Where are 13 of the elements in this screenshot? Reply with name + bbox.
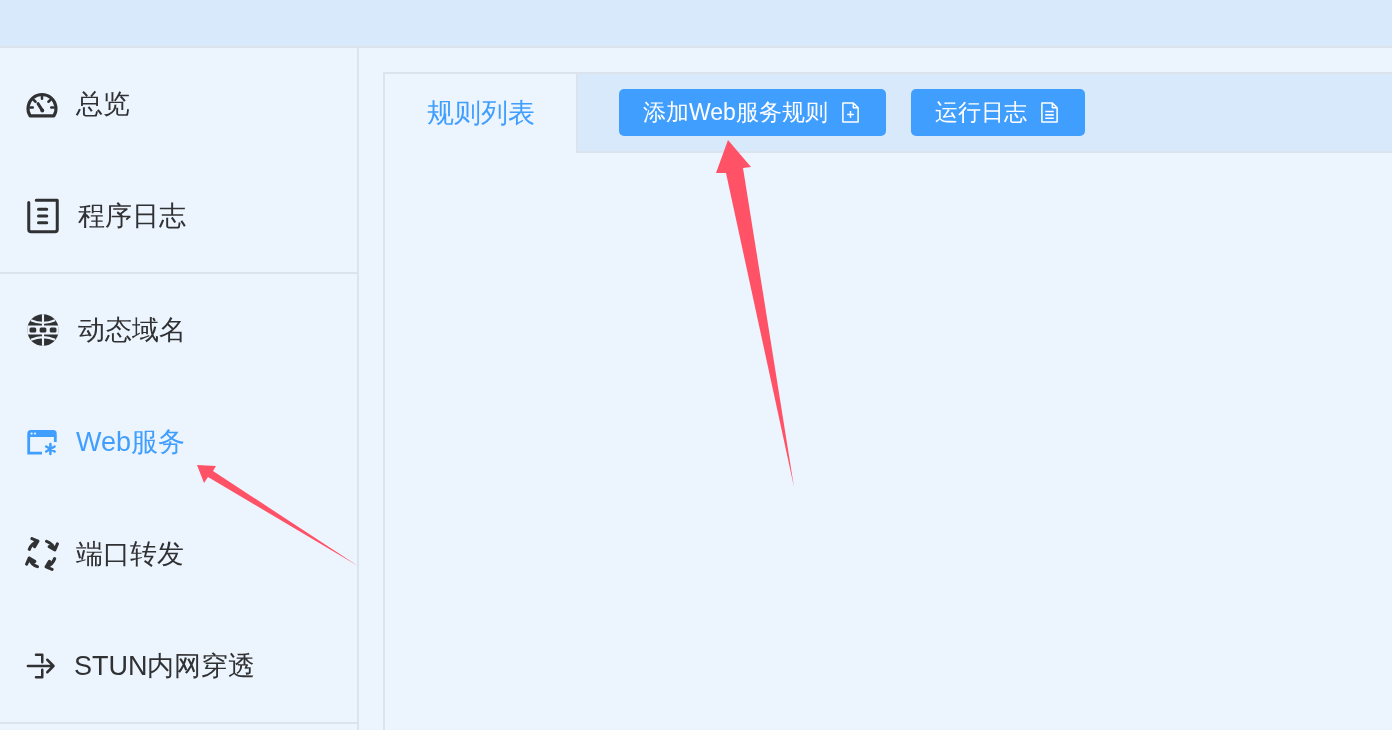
globe-icon [25,312,61,348]
file-text-icon [1039,102,1059,123]
sidebar-item[interactable]: 端口转发 [0,498,357,610]
cycle-arrows-icon [25,537,59,571]
arrow-into-bracket-icon [25,651,57,681]
sidebar-item[interactable]: 程序日志 [0,160,357,272]
sidebar-item[interactable]: STUN内网穿透 [0,610,357,722]
sidebar-item[interactable]: 总览 [0,48,357,160]
browser-window-icon [25,428,59,456]
sidebar-item[interactable]: 动态域名 [0,274,357,386]
gauge-icon [25,90,59,118]
document-list-icon [25,198,61,234]
file-plus-icon [840,102,860,123]
